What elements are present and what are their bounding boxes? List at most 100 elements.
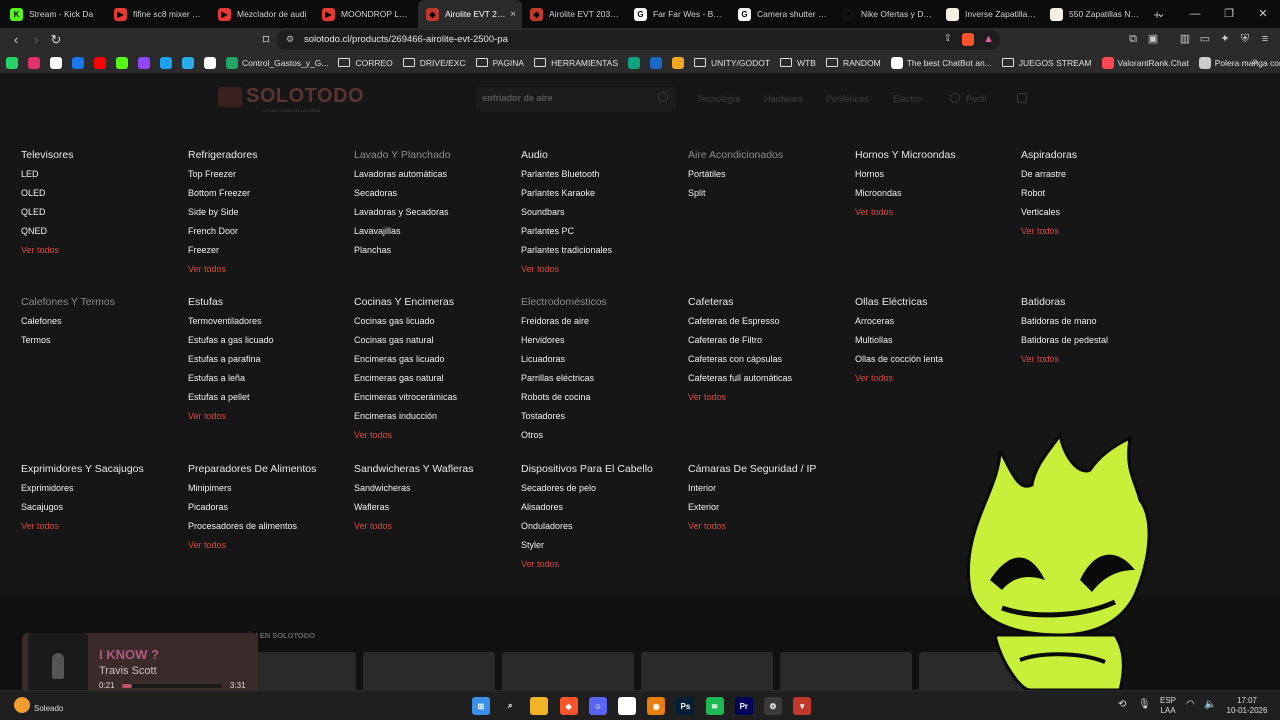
nav-perifericos[interactable]: Periféricos	[826, 94, 869, 104]
category-link[interactable]: Estufas a pellet	[188, 392, 348, 411]
category-link[interactable]: Parlantes Karaoke	[521, 188, 681, 207]
bookmark-item[interactable]: ValorantRank.Chat	[1101, 56, 1189, 69]
tab-10[interactable]: 550 Zapatillas New	[1042, 0, 1146, 28]
weather-text[interactable]: Soleado	[34, 704, 63, 713]
close-tab-icon[interactable]: ×	[510, 9, 516, 20]
bookmark-folder[interactable]: UNITY/GODOT	[694, 58, 770, 68]
wallet-icon[interactable]: ▭	[1198, 32, 1212, 46]
category-title[interactable]: Ollas Eléctricas	[855, 296, 1015, 310]
bookmark-item[interactable]	[28, 56, 44, 69]
category-link[interactable]: Cafeteras full automáticas	[688, 373, 848, 392]
view-all-link[interactable]: Ver todos	[855, 207, 1015, 226]
site-logo[interactable]: SOLOTODO	[246, 85, 364, 108]
user-icon[interactable]	[950, 93, 960, 103]
category-link[interactable]: Parlantes tradicionales	[521, 245, 681, 264]
category-link[interactable]: Cafeteras de Espresso	[688, 316, 848, 335]
category-link[interactable]: Encimeras vitrocerámicas	[354, 392, 514, 411]
start-icon[interactable]: ⊞	[472, 697, 490, 715]
category-link[interactable]: Arroceras	[855, 316, 1015, 335]
category-link[interactable]: Side by Side	[188, 207, 348, 226]
bookmark-folder[interactable]: RANDOM	[825, 58, 881, 68]
category-link[interactable]: Encimeras gas licuado	[354, 354, 514, 373]
maximize-icon[interactable]: ❐	[1212, 0, 1246, 28]
clock[interactable]: 17:07 10-01-2026	[1222, 696, 1272, 716]
bookmark-item[interactable]	[138, 56, 154, 69]
category-link[interactable]: Calefones	[21, 316, 181, 335]
category-link[interactable]: Bottom Freezer	[188, 188, 348, 207]
category-link[interactable]: QLED	[21, 207, 181, 226]
category-link[interactable]: Freidoras de aire	[521, 316, 681, 335]
view-all-link[interactable]: Ver todos	[1021, 354, 1181, 373]
tab-8[interactable]: ✓ Nike Ofertas y Desc	[834, 0, 938, 28]
category-link[interactable]: Lavavajillas	[354, 226, 514, 245]
category-link[interactable]: Ollas de cocción lenta	[855, 354, 1015, 373]
tab-3[interactable]: ▶ MOONDROP LAN II	[314, 0, 418, 28]
tab-6[interactable]: G Far Far Wes - Busca	[626, 0, 730, 28]
category-link[interactable]: Split	[688, 188, 848, 207]
category-link[interactable]: Batidoras de pedestal	[1021, 335, 1181, 354]
view-all-link[interactable]: Ver todos	[188, 411, 348, 430]
view-all-link[interactable]: Ver todos	[188, 264, 348, 283]
category-link[interactable]: Styler	[521, 540, 681, 559]
category-link[interactable]: Freezer	[188, 245, 348, 264]
category-link[interactable]: Cafeteras de Filtro	[688, 335, 848, 354]
bookmark-folder[interactable]: WTB	[780, 58, 816, 68]
site-info-icon[interactable]: ⚙	[286, 34, 294, 45]
related-thumb-5[interactable]	[780, 652, 912, 692]
spotify-icon[interactable]: ≋	[705, 697, 724, 715]
view-all-link[interactable]: Ver todos	[354, 430, 514, 449]
category-link[interactable]: Lavadoras automáticas	[354, 169, 514, 188]
search-icon[interactable]	[658, 92, 668, 102]
minimize-icon[interactable]: —	[1178, 0, 1212, 28]
tab-0[interactable]: K Stream - Kick Da	[2, 0, 106, 28]
category-title[interactable]: Lavado Y Planchado	[354, 149, 514, 163]
url-text[interactable]: solotodo.cl/products/269466-airolite-evt…	[304, 34, 508, 45]
category-link[interactable]: Estufas a leña	[188, 373, 348, 392]
wifi-icon[interactable]: ◠	[1186, 699, 1195, 710]
view-all-link[interactable]: Ver todos	[188, 540, 348, 559]
category-link[interactable]: Procesadores de alimentos	[188, 521, 348, 540]
view-all-link[interactable]: Ver todos	[21, 521, 181, 540]
window-list-icon[interactable]: ⌄	[1144, 0, 1178, 28]
bookmark-item[interactable]	[672, 56, 688, 69]
category-link[interactable]: Soundbars	[521, 207, 681, 226]
bookmark-folder[interactable]: PAGINA	[475, 58, 524, 68]
category-link[interactable]: French Door	[188, 226, 348, 245]
bookmark-item[interactable]: Control_Gastos_y_G...	[226, 56, 328, 69]
nav-perfil[interactable]: Perfil	[966, 94, 987, 104]
category-link[interactable]: Lavadoras y Secadoras	[354, 207, 514, 226]
more-bookmarks-icon[interactable]: »	[1252, 56, 1258, 68]
bookmark-folder[interactable]: JUEGOS STREAM	[1001, 58, 1092, 68]
tab-4[interactable]: ◆ Airolite EVT 250 ×	[418, 0, 522, 28]
view-all-link[interactable]: Ver todos	[1021, 226, 1181, 245]
category-link[interactable]: De arrastre	[1021, 169, 1181, 188]
discord-icon[interactable]: ☺	[588, 697, 607, 715]
bookmark-item[interactable]	[160, 56, 176, 69]
bookmark-item[interactable]: Polera manga corta...	[1198, 56, 1280, 69]
category-link[interactable]: Batidoras de mano	[1021, 316, 1181, 335]
progress-bar[interactable]	[122, 684, 222, 688]
category-link[interactable]: Sacajugos	[21, 502, 181, 521]
category-title[interactable]: Preparadores De Alimentos	[188, 463, 348, 477]
sidebar-icon[interactable]: ▥	[1178, 32, 1192, 46]
category-link[interactable]: Estufas a parafina	[188, 354, 348, 373]
category-link[interactable]: Sandwicheras	[354, 483, 514, 502]
category-link[interactable]: Interior	[688, 483, 848, 502]
cart-icon[interactable]	[1017, 93, 1027, 103]
category-link[interactable]: QNED	[21, 226, 181, 245]
category-link[interactable]: Encimeras inducción	[354, 411, 514, 430]
category-link[interactable]: Multiollas	[855, 335, 1015, 354]
close-window-icon[interactable]: ✕	[1246, 0, 1280, 28]
category-link[interactable]: Robots de cocina	[521, 392, 681, 411]
menu-icon[interactable]: ≡	[1258, 32, 1272, 46]
bookmark-folder[interactable]: DRIVE/EXC	[402, 58, 466, 68]
share-icon[interactable]: ⇪	[944, 33, 952, 44]
category-link[interactable]: Wafleras	[354, 502, 514, 521]
category-link[interactable]: LED	[21, 169, 181, 188]
category-link[interactable]: Cocinas gas natural	[354, 335, 514, 354]
nav-tecnologia[interactable]: Tecnología	[697, 94, 741, 104]
category-link[interactable]: Estufas a gas licuado	[188, 335, 348, 354]
nav-hardware[interactable]: Hardware	[764, 94, 803, 104]
category-link[interactable]: Planchas	[354, 245, 514, 264]
mic-icon[interactable]: 🎙	[1138, 699, 1151, 710]
